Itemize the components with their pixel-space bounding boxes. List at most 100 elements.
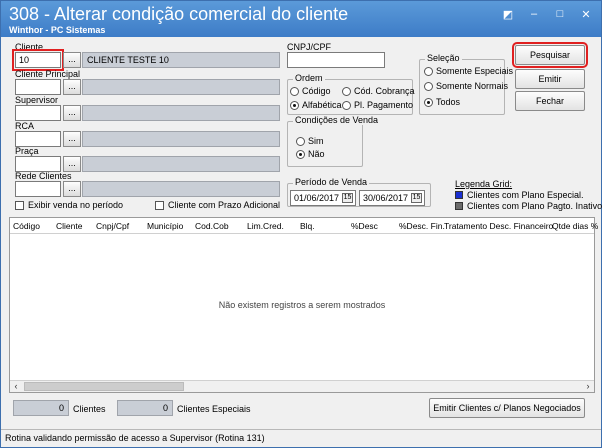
restore-icon[interactable]: ◩ <box>501 8 515 21</box>
emitir-clientes-button[interactable]: Emitir Clientes c/ Planos Negociados <box>429 398 585 418</box>
status-bar: Rotina validando permissão de acesso a S… <box>1 429 601 447</box>
condicoes-sim-radio[interactable]: Sim <box>296 136 324 146</box>
selecao-group: Seleção Somente Especiais Somente Normai… <box>419 53 513 115</box>
window-controls: ◩ – □ ✕ <box>501 8 593 21</box>
supervisor-lookup-button[interactable]: ... <box>63 105 81 121</box>
cliente-principal-code-input[interactable] <box>15 79 61 95</box>
col-lim-cred[interactable]: Lim.Cred. <box>247 221 284 231</box>
exibir-venda-label: Exibir venda no período <box>28 200 124 210</box>
grid-empty-message: Não existem registros a serem mostrados <box>218 300 386 310</box>
radio-circle <box>424 97 433 107</box>
cliente-name-field: CLIENTE TESTE 10 <box>82 52 280 68</box>
radio-label: Cód. Cobrança <box>354 86 415 96</box>
pesquisar-button[interactable]: Pesquisar <box>512 42 588 68</box>
legend-label: Clientes com Plano Pagto. Inativo. <box>467 201 602 211</box>
selecao-todos-radio[interactable]: Todos <box>424 97 460 107</box>
radio-label: Somente Especiais <box>436 66 514 76</box>
radio-label: Sim <box>308 136 324 146</box>
especiais-count: 0 <box>117 400 173 416</box>
col-desc-fin[interactable]: %Desc. Fin. <box>399 221 445 231</box>
rca-code-input[interactable] <box>15 131 61 147</box>
scroll-left-icon[interactable]: ‹ <box>10 381 22 392</box>
fechar-button[interactable]: Fechar <box>515 91 585 111</box>
supervisor-code-input[interactable] <box>15 105 61 121</box>
rede-clientes-label: Rede Clientes <box>15 171 72 181</box>
radio-label: Todos <box>436 97 461 107</box>
calendar-icon[interactable]: 15 <box>411 193 422 203</box>
praca-code-input[interactable] <box>15 156 61 172</box>
results-grid[interactable]: Código Cliente Cnpj/Cpf Município Cod.Co… <box>9 217 598 393</box>
col-blq[interactable]: Blq. <box>300 221 315 231</box>
legend-title: Legenda Grid: <box>455 179 513 189</box>
scroll-thumb[interactable] <box>24 382 184 391</box>
ordem-group-title: Ordem <box>293 73 325 83</box>
close-icon[interactable]: ✕ <box>579 8 593 21</box>
rca-label: RCA <box>15 121 35 131</box>
cliente-code-input[interactable]: 10 <box>12 49 64 71</box>
prazo-adicional-label: Cliente com Prazo Adicional <box>168 200 281 210</box>
rede-clientes-name-field <box>82 181 280 197</box>
radio-label: Alfabética <box>302 100 342 110</box>
legend-item: Clientes com Plano Pagto. Inativo. <box>455 201 602 211</box>
legend-swatch-gray <box>455 202 463 210</box>
calendar-icon[interactable]: 15 <box>342 193 353 203</box>
ordem-alfabetica-radio[interactable]: Alfabética <box>290 100 342 110</box>
cliente-principal-lookup-button[interactable]: ... <box>63 79 81 95</box>
radio-circle <box>296 149 305 159</box>
col-cliente[interactable]: Cliente <box>56 221 82 231</box>
col-cnpj[interactable]: Cnpj/Cpf <box>96 221 129 231</box>
supervisor-label: Supervisor <box>15 95 59 105</box>
col-tratamento[interactable]: Tratamento Desc. Financeiro <box>444 221 553 231</box>
praca-lookup-button[interactable]: ... <box>63 156 81 172</box>
scroll-right-icon[interactable]: › <box>582 381 594 392</box>
emitir-button[interactable]: Emitir <box>515 69 585 89</box>
date-value: 01/06/2017 <box>294 193 340 203</box>
grid-legend: Legenda Grid: Clientes com Plano Especia… <box>455 179 602 211</box>
supervisor-name-field <box>82 105 280 121</box>
condicoes-nao-radio[interactable]: Não <box>296 149 325 159</box>
col-codigo[interactable]: Código <box>13 221 40 231</box>
periodo-end-input[interactable]: 30/06/2017 15 <box>359 190 425 206</box>
radio-label: Não <box>308 149 325 159</box>
rca-name-field <box>82 131 280 147</box>
rede-clientes-lookup-button[interactable]: ... <box>63 181 81 197</box>
col-cod-cob[interactable]: Cod.Cob <box>195 221 229 231</box>
radio-circle <box>342 86 351 96</box>
ordem-group: Ordem Código Cód. Cobrança Alfabética Pl… <box>287 73 415 115</box>
window-title: 308 - Alterar condição comercial do clie… <box>9 4 349 24</box>
cliente-principal-label: Cliente Principal <box>15 69 81 79</box>
col-desc[interactable]: %Desc <box>351 221 378 231</box>
maximize-icon[interactable]: □ <box>553 8 567 21</box>
cliente-label: Cliente <box>15 42 44 52</box>
legend-swatch-blue <box>455 191 463 199</box>
periodo-group-title: Período de Venda <box>293 177 370 187</box>
periodo-start-input[interactable]: 01/06/2017 15 <box>290 190 356 206</box>
legend-label: Clientes com Plano Especial. <box>467 190 584 200</box>
checkbox-box <box>155 200 164 210</box>
minimize-icon[interactable]: – <box>527 8 541 21</box>
selecao-especiais-radio[interactable]: Somente Especiais <box>424 66 513 76</box>
praca-label: Praça <box>15 146 39 156</box>
form-area: Cliente 10 ... CLIENTE TESTE 10 Cliente … <box>5 37 602 425</box>
col-qtde-dias[interactable]: Qtde dias % <box>552 221 598 231</box>
horizontal-scrollbar[interactable]: ‹ › <box>10 380 594 392</box>
rede-clientes-code-input[interactable] <box>15 181 61 197</box>
ordem-cod-cobranca-radio[interactable]: Cód. Cobrança <box>342 86 415 96</box>
radio-circle <box>424 81 433 91</box>
exibir-venda-checkbox[interactable]: Exibir venda no período <box>15 200 123 210</box>
radio-circle <box>290 100 299 110</box>
cnpj-label: CNPJ/CPF <box>287 42 332 52</box>
ordem-codigo-radio[interactable]: Código <box>290 86 331 96</box>
cnpj-input[interactable] <box>287 52 385 68</box>
rca-lookup-button[interactable]: ... <box>63 131 81 147</box>
prazo-adicional-checkbox[interactable]: Cliente com Prazo Adicional <box>155 200 280 210</box>
periodo-group: Período de Venda 01/06/2017 15 30/06/201… <box>287 177 431 207</box>
col-municipio[interactable]: Município <box>147 221 183 231</box>
radio-circle <box>424 66 433 76</box>
radio-circle <box>296 136 305 146</box>
main-window: 308 - Alterar condição comercial do clie… <box>0 0 602 448</box>
cliente-lookup-button[interactable]: ... <box>63 52 81 68</box>
selecao-normais-radio[interactable]: Somente Normais <box>424 81 508 91</box>
checkbox-box <box>15 200 24 210</box>
ordem-pl-pagamento-radio[interactable]: Pl. Pagamento <box>342 100 413 110</box>
